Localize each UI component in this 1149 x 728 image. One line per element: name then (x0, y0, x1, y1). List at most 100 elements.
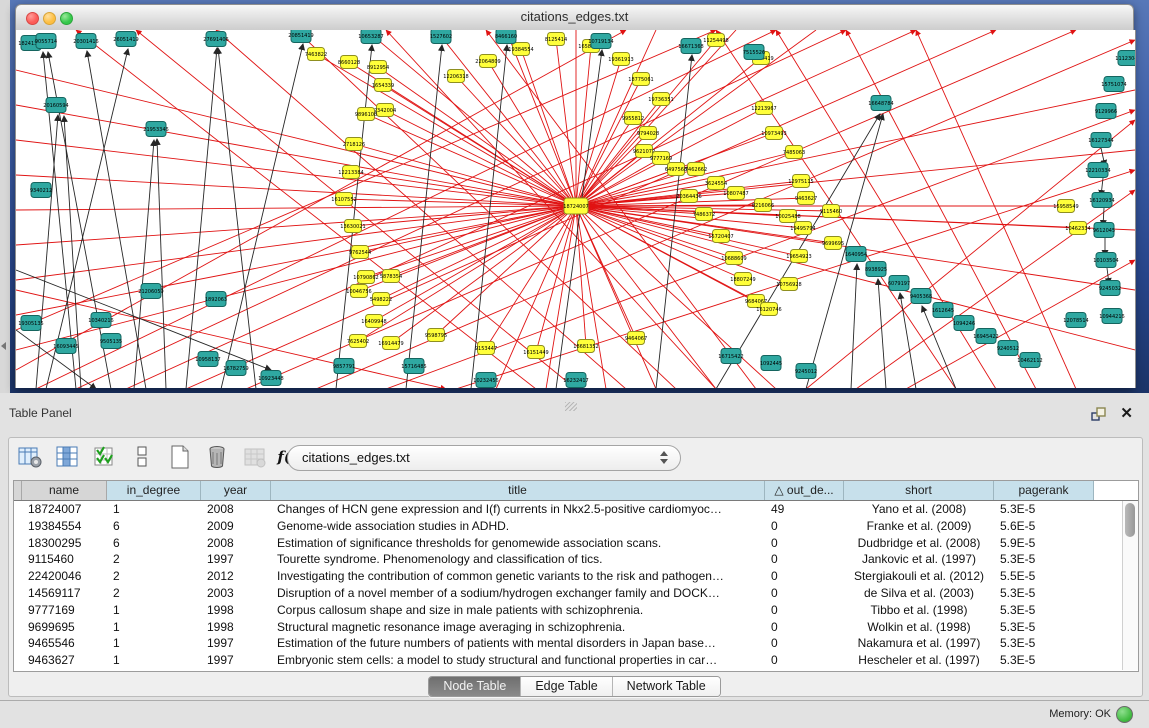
table-cell[interactable]: Franke et al. (2009) (844, 518, 994, 535)
table-cell[interactable]: Genome-wide association studies in ADHD. (271, 518, 765, 535)
table-cell[interactable] (14, 635, 22, 652)
table-cell[interactable]: 19384554 (22, 518, 107, 535)
table-cell[interactable]: Estimation of the future numbers of pati… (271, 635, 765, 652)
table-row[interactable]: 969969511998Structural magnetic resonanc… (14, 619, 1138, 636)
table-cell[interactable] (14, 501, 22, 518)
table-cell[interactable] (14, 585, 22, 602)
table-cell[interactable]: Yano et al. (2008) (844, 501, 994, 518)
table-cell[interactable]: 5.5E-5 (994, 568, 1094, 585)
table-cell[interactable] (14, 518, 22, 535)
column-header-out_de...[interactable]: △ out_de... (765, 481, 844, 500)
table-cell[interactable]: 22420046 (22, 568, 107, 585)
column-header-gutter[interactable] (14, 481, 22, 500)
table-cell[interactable]: Changes of HCN gene expression and I(f) … (271, 501, 765, 518)
new-table-icon[interactable] (165, 442, 195, 472)
table-cell[interactable]: 0 (765, 585, 844, 602)
table-cell[interactable]: 5.9E-5 (994, 535, 1094, 552)
table-cell[interactable]: Jankovic et al. (1997) (844, 551, 994, 568)
table-cell[interactable]: 2003 (201, 585, 271, 602)
close-icon[interactable]: ✕ (1120, 404, 1133, 422)
table-cell[interactable]: Dudbridge et al. (2008) (844, 535, 994, 552)
table-cell[interactable]: Wolkin et al. (1998) (844, 619, 994, 636)
table-cell[interactable]: 2 (107, 585, 201, 602)
table-cell[interactable]: 6 (107, 518, 201, 535)
table-cell[interactable] (14, 535, 22, 552)
column-header-year[interactable]: year (201, 481, 271, 500)
table-cell[interactable]: Nakamura et al. (1997) (844, 635, 994, 652)
table-cell[interactable]: Stergiakouli et al. (2012) (844, 568, 994, 585)
delete-table-icon[interactable] (202, 442, 232, 472)
table-cell[interactable]: 5.3E-5 (994, 551, 1094, 568)
scrollbar-thumb[interactable] (1125, 503, 1135, 537)
table-cell[interactable] (14, 551, 22, 568)
table-cell[interactable]: de Silva et al. (2003) (844, 585, 994, 602)
tab-network-table[interactable]: Network Table (613, 677, 720, 696)
table-row[interactable]: 977716911998Corpus callosum shape and si… (14, 602, 1138, 619)
table-cell[interactable]: 0 (765, 652, 844, 669)
table-cell[interactable]: 1 (107, 635, 201, 652)
table-cell[interactable]: 0 (765, 635, 844, 652)
table-cell[interactable]: 5.3E-5 (994, 602, 1094, 619)
table-cell[interactable]: 1997 (201, 652, 271, 669)
table-row[interactable]: 1938455462009Genome-wide association stu… (14, 518, 1138, 535)
table-cell[interactable]: 2 (107, 568, 201, 585)
table-cell[interactable]: Estimation of significance thresholds fo… (271, 535, 765, 552)
table-cell[interactable]: 5.6E-5 (994, 518, 1094, 535)
table-cell[interactable]: 0 (765, 602, 844, 619)
table-cell[interactable]: Tourette syndrome. Phenomenology and cla… (271, 551, 765, 568)
table-row[interactable]: 911546021997Tourette syndrome. Phenomeno… (14, 551, 1138, 568)
table-cell[interactable]: 0 (765, 535, 844, 552)
table-cell[interactable]: Investigating the contribution of common… (271, 568, 765, 585)
table-cell[interactable]: 18724007 (22, 501, 107, 518)
table-cell[interactable]: 1 (107, 501, 201, 518)
table-row[interactable]: 946554611997Estimation of the future num… (14, 635, 1138, 652)
table-cell[interactable]: 9465546 (22, 635, 107, 652)
table-cell[interactable]: 1 (107, 602, 201, 619)
table-cell[interactable]: 14569117 (22, 585, 107, 602)
table-cell[interactable]: 1997 (201, 635, 271, 652)
table-cell[interactable]: 2008 (201, 535, 271, 552)
table-row[interactable]: 1456911722003Disruption of a novel membe… (14, 585, 1138, 602)
select-all-columns-icon[interactable] (90, 442, 120, 472)
table-cell[interactable]: 0 (765, 619, 844, 636)
table-cell[interactable]: Tibbo et al. (1998) (844, 602, 994, 619)
table-row[interactable]: 1872400712008Changes of HCN gene express… (14, 501, 1138, 518)
table-cell[interactable]: 5.3E-5 (994, 635, 1094, 652)
table-cell[interactable]: 9115460 (22, 551, 107, 568)
table-row[interactable]: 1830029562008Estimation of significance … (14, 535, 1138, 552)
row-height-icon[interactable] (127, 442, 157, 472)
table-cell[interactable]: 1997 (201, 551, 271, 568)
column-header-pagerank[interactable]: pagerank (994, 481, 1094, 500)
table-cell[interactable]: 9699695 (22, 619, 107, 636)
table-cell[interactable]: 6 (107, 535, 201, 552)
table-cell[interactable]: 9777169 (22, 602, 107, 619)
table-cell[interactable] (14, 602, 22, 619)
tab-edge-table[interactable]: Edge Table (521, 677, 612, 696)
node-table[interactable]: namein_degreeyeartitle△ out_de...shortpa… (13, 480, 1139, 672)
table-cell[interactable]: 5.3E-5 (994, 652, 1094, 669)
table-cell[interactable]: 1 (107, 652, 201, 669)
memory-status-icon[interactable] (1116, 706, 1133, 723)
column-header-title[interactable]: title (271, 481, 765, 500)
tab-node-table[interactable]: Node Table (429, 677, 521, 696)
table-cell[interactable]: 5.3E-5 (994, 619, 1094, 636)
column-header-name[interactable]: name (22, 481, 107, 500)
table-cell[interactable]: 0 (765, 568, 844, 585)
network-window[interactable]: citations_edges.txt 74638228660128891295… (15, 4, 1134, 388)
table-cell[interactable]: 2 (107, 551, 201, 568)
column-visibility-icon[interactable] (52, 442, 82, 472)
vertical-scrollbar[interactable] (1122, 501, 1138, 670)
table-row[interactable]: 946362711997Embryonic stem cells: a mode… (14, 652, 1138, 669)
table-cell[interactable]: 2008 (201, 501, 271, 518)
column-header-in_degree[interactable]: in_degree (107, 481, 201, 500)
table-cell[interactable]: 1998 (201, 602, 271, 619)
table-row[interactable]: 2242004622012Investigating the contribut… (14, 568, 1138, 585)
table-cell[interactable]: Embryonic stem cells: a model to study s… (271, 652, 765, 669)
table-cell[interactable]: 0 (765, 518, 844, 535)
float-window-icon[interactable] (1091, 407, 1107, 421)
table-cell[interactable]: Structural magnetic resonance image aver… (271, 619, 765, 636)
table-cell[interactable] (14, 652, 22, 669)
table-cell[interactable]: Corpus callosum shape and size in male p… (271, 602, 765, 619)
table-selector-dropdown[interactable]: citations_edges.txt (287, 445, 681, 471)
table-cell[interactable]: 5.3E-5 (994, 585, 1094, 602)
